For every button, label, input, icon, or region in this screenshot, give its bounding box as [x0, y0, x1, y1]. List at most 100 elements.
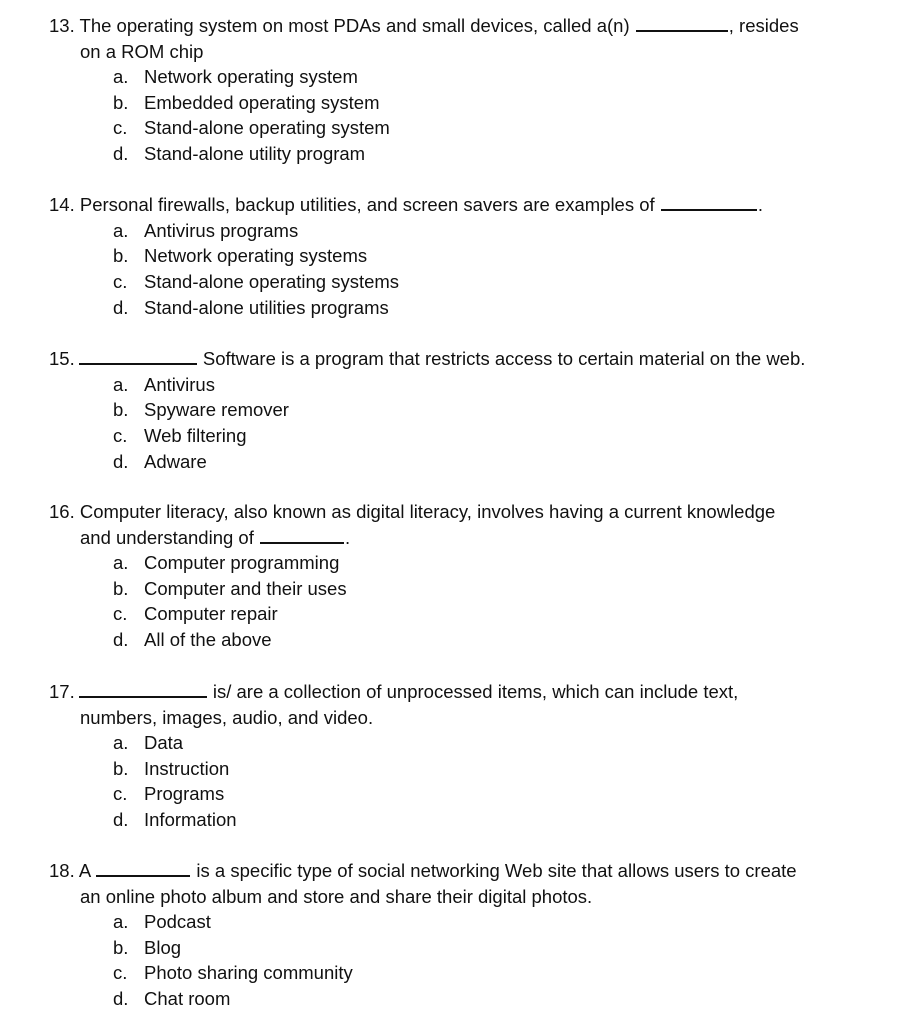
option-letter: b.	[113, 936, 129, 958]
option[interactable]: a. Podcast	[49, 909, 849, 935]
option[interactable]: d. All of the above	[49, 627, 849, 653]
option[interactable]: a. Data	[49, 730, 849, 756]
option-text: Chat room	[144, 988, 231, 1010]
option-letter: a.	[113, 373, 129, 395]
stem-continuation: and understanding of .	[49, 525, 849, 551]
option[interactable]: b. Computer and their uses	[49, 576, 849, 602]
option[interactable]: c. Photo sharing community	[49, 960, 849, 986]
continuation-text-after: .	[344, 526, 351, 548]
option-text: Stand-alone operating system	[144, 117, 390, 139]
question-number: 14.	[49, 194, 75, 215]
question-15: 15. Software is a program that restricts…	[49, 346, 849, 474]
answer-blank	[660, 192, 757, 211]
options-list: a. Network operating system b. Embedded op…	[49, 64, 849, 167]
option-text: Spyware remover	[144, 399, 289, 421]
option-text: Computer repair	[144, 603, 278, 625]
option-text: Adware	[144, 450, 207, 472]
option-text: Network operating systems	[144, 245, 368, 267]
option-letter: a.	[113, 552, 129, 573]
option-letter: a.	[113, 66, 129, 87]
stem-text-after: , resides	[728, 15, 799, 36]
option-letter: d.	[113, 450, 129, 472]
option-text: Computer programming	[144, 552, 340, 573]
option[interactable]: d. Information	[49, 807, 849, 833]
stem-text-after: .	[757, 194, 763, 215]
option-text: Blog	[144, 936, 182, 958]
question-stem: 15. Software is a program that restricts…	[49, 346, 849, 372]
options-list: a. Antivirus b. Spyware remover c. Web filt…	[49, 372, 849, 475]
option[interactable]: a. Antivirus	[49, 372, 849, 398]
option-letter: b.	[113, 757, 129, 779]
option-text: Network operating system	[144, 66, 358, 87]
stem-continuation: an online photo album and store and shar…	[80, 885, 593, 907]
option-letter: a.	[113, 911, 129, 932]
option-text: Information	[144, 809, 237, 831]
option[interactable]: b. Spyware remover	[49, 397, 849, 423]
option-text: All of the above	[144, 629, 272, 651]
option-letter: c.	[113, 424, 128, 446]
options-list: a. Data b. Instruction c. Programs d. Inform…	[49, 730, 849, 833]
option-letter: c.	[113, 962, 128, 984]
option-letter: b.	[113, 577, 129, 599]
stem-text-after: is a specific type of social networking …	[191, 860, 797, 881]
option-text: Instruction	[144, 757, 230, 779]
option[interactable]: d. Stand-alone utility program	[49, 141, 849, 167]
question-16: 16. Computer literacy, also known as dig…	[49, 499, 849, 653]
stem-continuation: numbers, images, audio, and video.	[80, 706, 374, 728]
option-text: Stand-alone operating systems	[144, 270, 400, 292]
option[interactable]: b. Instruction	[49, 756, 849, 782]
stem-continuation: on a ROM chip	[80, 40, 204, 62]
option-text: Photo sharing community	[144, 962, 353, 984]
stem-text: A	[74, 860, 96, 881]
question-number: 16.	[49, 501, 75, 522]
option[interactable]: c. Computer repair	[49, 601, 849, 627]
option-text: Antivirus programs	[144, 219, 299, 241]
option-letter: c.	[113, 270, 128, 292]
option-letter: c.	[113, 783, 128, 805]
option[interactable]: d. Chat room	[49, 986, 849, 1012]
stem-text-after: Software is a program that restricts acc…	[197, 348, 806, 369]
option[interactable]: b. Embedded operating system	[49, 90, 849, 116]
option-letter: b.	[113, 245, 129, 267]
option-text: Data	[144, 732, 184, 753]
option[interactable]: a. Antivirus programs	[49, 218, 849, 244]
option[interactable]: c. Stand-alone operating systems	[49, 269, 849, 295]
question-stem: 16. Computer literacy, also known as dig…	[49, 499, 849, 550]
continuation-text: and understanding of	[80, 526, 259, 548]
options-list: a. Podcast b. Blog c. Photo sharing communi…	[49, 909, 849, 1012]
question-13: 13. The operating system on most PDAs an…	[49, 13, 849, 167]
option-letter: b.	[113, 91, 129, 113]
stem-text: Computer literacy, also known as digital…	[79, 501, 776, 522]
option[interactable]: b. Network operating systems	[49, 243, 849, 269]
question-18: 18. A is a specific type of social netwo…	[49, 858, 849, 1012]
option-letter: c.	[113, 117, 128, 139]
question-stem: 18. A is a specific type of social netwo…	[49, 858, 849, 909]
option[interactable]: a. Computer programming	[49, 550, 849, 576]
option-letter: d.	[113, 809, 129, 831]
answer-blank	[635, 13, 728, 32]
answer-blank	[259, 525, 344, 544]
stem-text: Personal firewalls, backup utilities, an…	[79, 194, 660, 215]
options-list: a. Antivirus programs b. Network operating…	[49, 218, 849, 321]
options-list: a. Computer programming b. Computer and th…	[49, 550, 849, 653]
option[interactable]: c. Web filtering	[49, 423, 849, 449]
option[interactable]: a. Network operating system	[49, 64, 849, 90]
option[interactable]: d. Adware	[49, 449, 849, 475]
option-letter: a.	[113, 219, 129, 241]
question-number: 13.	[49, 15, 75, 36]
option-letter: d.	[113, 629, 129, 651]
option[interactable]: b. Blog	[49, 935, 849, 961]
question-17: 17. is/ are a collection of unprocessed …	[49, 679, 849, 833]
stem-text: The operating system on most PDAs and sm…	[79, 15, 635, 36]
option-text: Antivirus	[144, 373, 215, 395]
option-letter: d.	[113, 988, 129, 1010]
option-text: Programs	[144, 783, 225, 805]
question-number: 18.	[49, 860, 75, 881]
option[interactable]: c. Stand-alone operating system	[49, 115, 849, 141]
stem-text-after: is/ are a collection of unprocessed item…	[207, 681, 739, 702]
question-14: 14. Personal firewalls, backup utilities…	[49, 192, 849, 320]
option[interactable]: d. Stand-alone utilities programs	[49, 295, 849, 321]
answer-blank	[96, 858, 191, 877]
option[interactable]: c. Programs	[49, 781, 849, 807]
option-text: Embedded operating system	[144, 91, 380, 113]
